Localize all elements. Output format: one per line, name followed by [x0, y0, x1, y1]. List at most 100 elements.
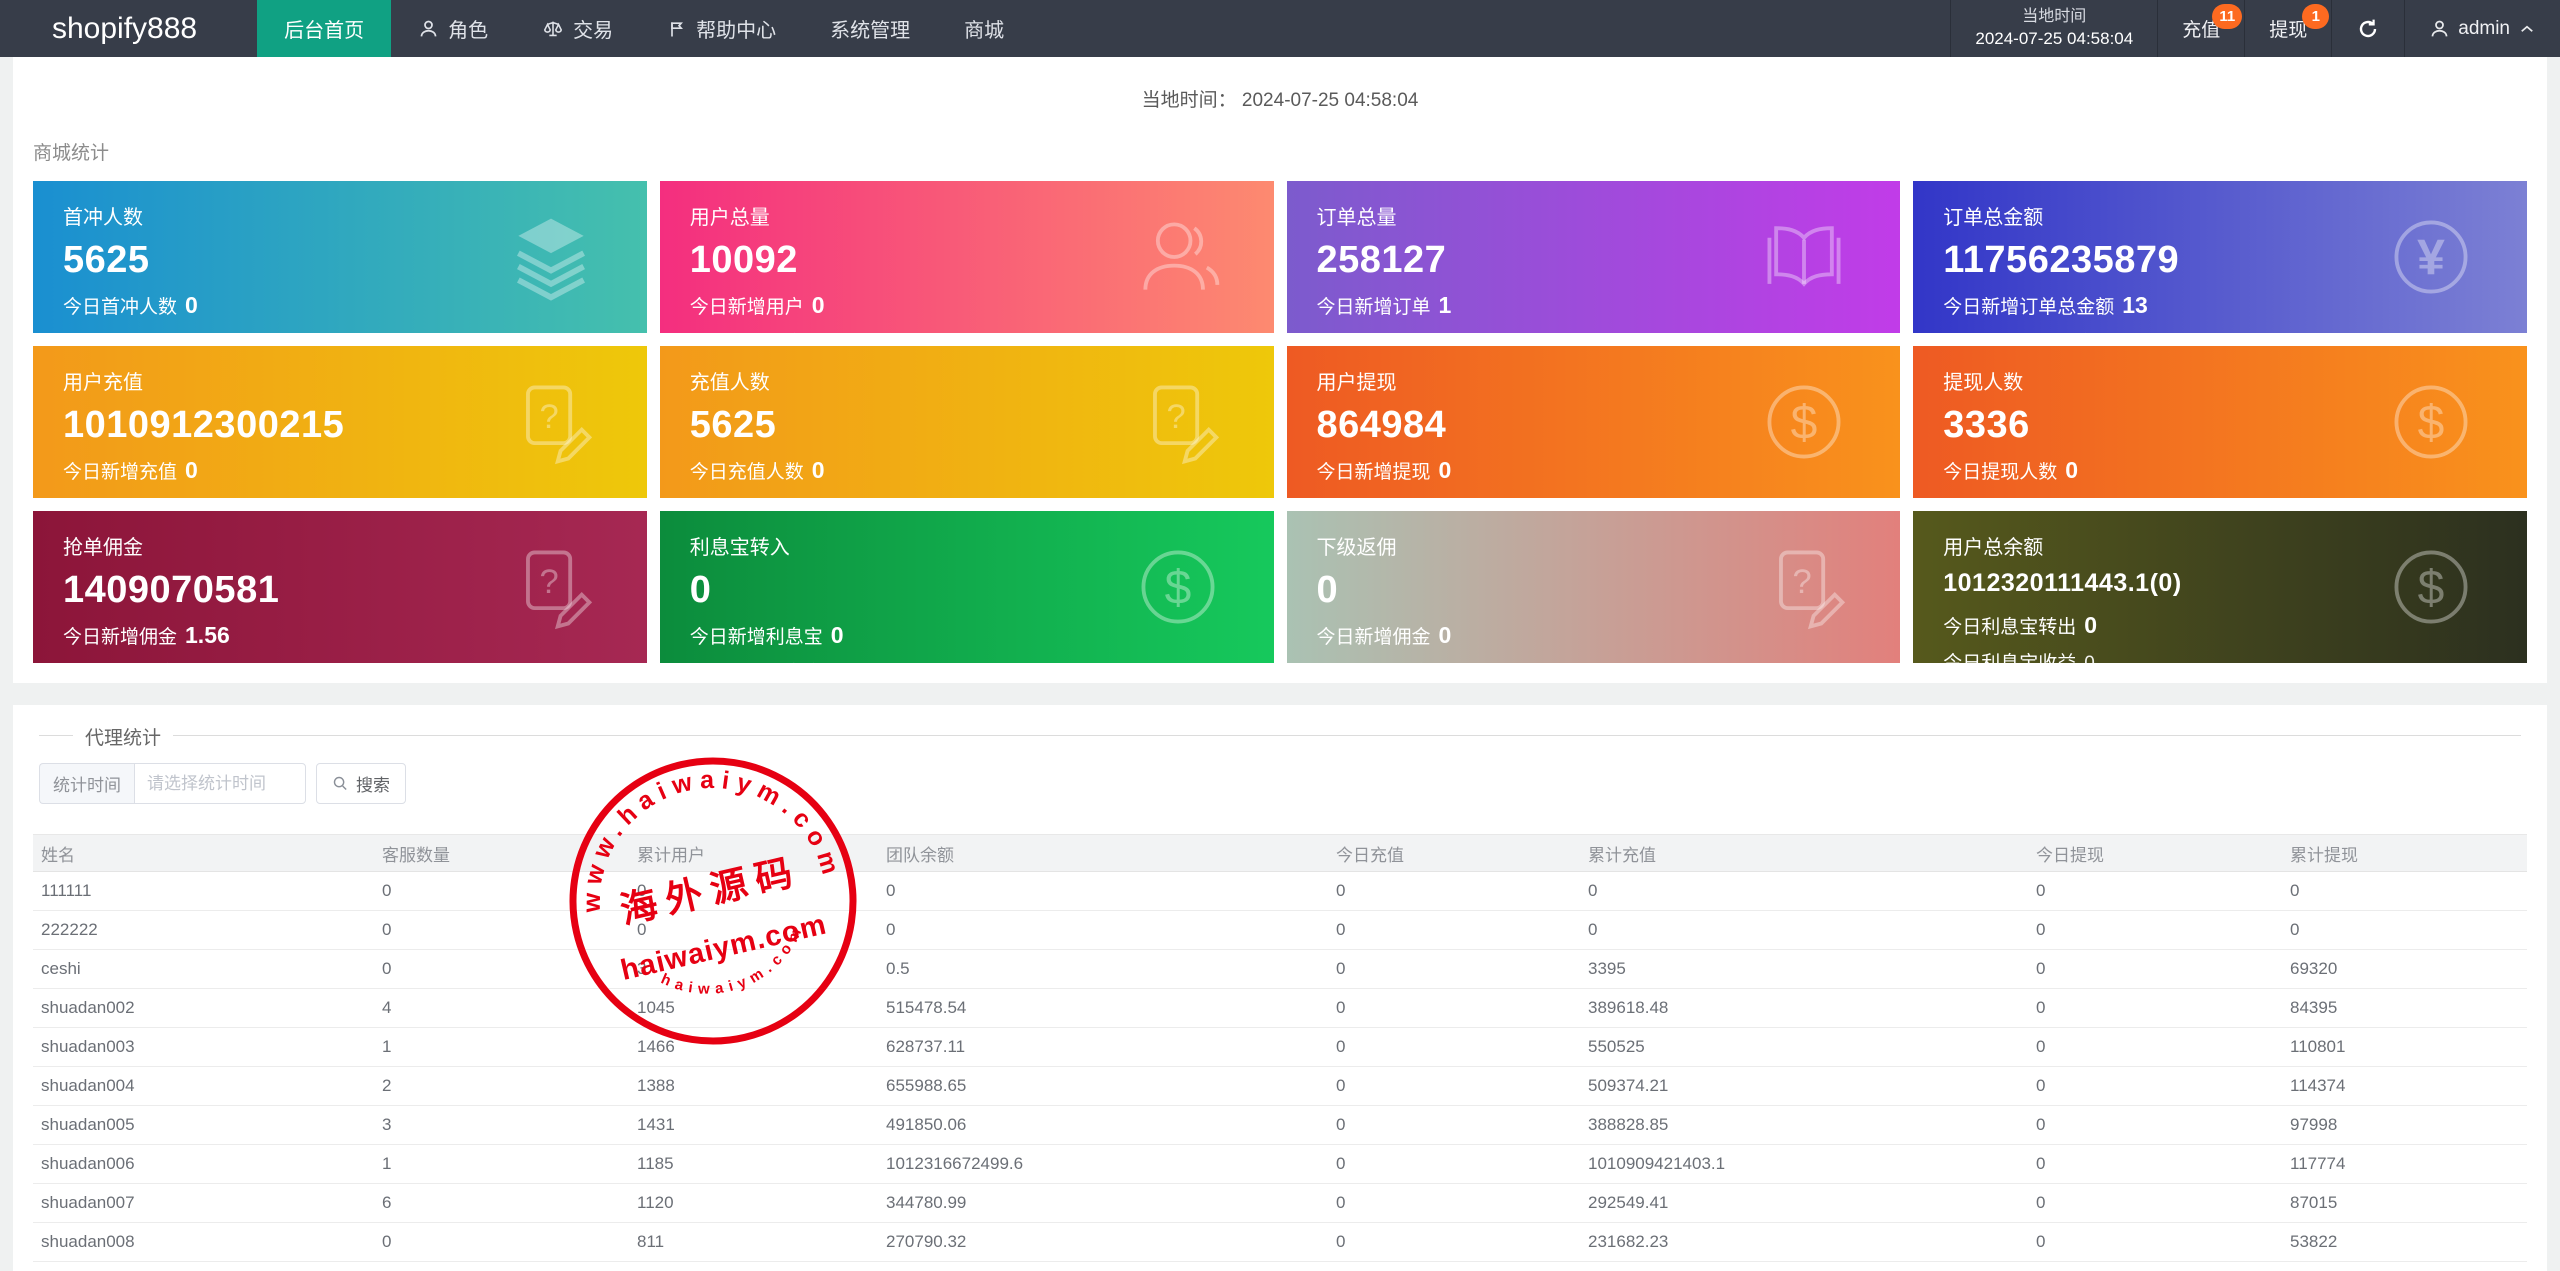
table-cell: shuadan007	[33, 1183, 374, 1223]
table-row: shuadan008 0 811 270790.32 0 231682.23 0 53822	[33, 1222, 2527, 1262]
subline-value: 13	[2122, 292, 2148, 318]
table-cell: 1010909421403.1	[1580, 1144, 2028, 1184]
table-row: shuadan002 4 1045 515478.54 0 389618.48 0 84395	[33, 988, 2527, 1028]
table-cell: 270790.32	[878, 1222, 1328, 1262]
table-cell: 0	[2028, 1222, 2282, 1262]
table-cell: 222222	[33, 910, 374, 950]
subline-label: 昨日新增提现	[1317, 493, 1431, 498]
table-cell: 2	[374, 1066, 629, 1106]
table-cell: 0	[2028, 1183, 2282, 1223]
table-cell: 0	[1328, 1261, 1580, 1271]
stat-time-input[interactable]	[134, 763, 306, 804]
recharge-nav-button[interactable]: 充值 11	[2157, 0, 2244, 57]
table-cell: 0	[1328, 1222, 1580, 1262]
table-cell: 1	[374, 1144, 629, 1184]
stat-card-subline: 昨日充值人数2	[690, 493, 1244, 498]
table-cell: shuadan010	[33, 1261, 374, 1271]
table-cell: 83945	[2282, 1261, 2527, 1271]
nav-item-4[interactable]: 系统管理	[803, 0, 937, 57]
table-cell: 0	[2282, 910, 2527, 950]
nav-item-0[interactable]: 后台首页	[257, 0, 392, 57]
table-cell: 0	[2028, 1144, 2282, 1184]
admin-username[interactable]: admin	[2458, 18, 2510, 40]
svg-text:?: ?	[539, 563, 558, 601]
table-column-header: 累计充值	[1580, 834, 2028, 872]
table-column-header: 今日充值	[1328, 834, 1580, 872]
subline-value: 0	[185, 292, 198, 318]
agent-stats-legend: 代理统计	[39, 723, 2521, 750]
table-cell: shuadan002	[33, 988, 374, 1028]
nav-item-2[interactable]: 交易	[515, 0, 640, 57]
table-cell: 0	[1328, 871, 1580, 911]
subline-label: 今日新增佣金	[63, 627, 178, 648]
subline-value: 0	[830, 622, 844, 648]
table-cell: 111111	[33, 871, 374, 911]
table-cell: 3	[629, 949, 878, 989]
table-cell: 314905.58	[878, 1261, 1328, 1271]
subline-label: 今日新增佣金	[1316, 627, 1431, 648]
page-time-row: 当地时间： 2024-07-25 04:58:04	[33, 57, 2527, 128]
svg-text:?: ?	[1166, 398, 1185, 436]
table-cell: 388828.85	[1580, 1105, 2028, 1145]
table-row: shuadan003 1 1466 628737.11 0 550525 0 110801	[33, 1027, 2527, 1067]
stat-card-5: 充值人数5625今日充值人数0昨日充值人数2?	[659, 346, 1274, 498]
table-cell: 69320	[2282, 949, 2527, 989]
stat-card-9: 利息宝转入0今日新增利息宝0昨日新增利息宝0$	[659, 511, 1274, 663]
stat-time-label: 统计时间	[39, 763, 134, 804]
chevron-up-icon	[2518, 20, 2536, 38]
table-cell: 0	[374, 1222, 629, 1262]
yen-icon: ¥	[2383, 209, 2479, 305]
nav-item-5[interactable]: 商城	[937, 0, 1031, 57]
table-cell: 84395	[2282, 988, 2527, 1028]
search-icon	[332, 775, 349, 792]
table-cell: 811	[629, 1222, 878, 1262]
table-cell: 344780.99	[878, 1183, 1328, 1223]
subline-label: 昨日首冲人数	[63, 328, 177, 333]
stat-card-4: 用户充值1010912300215今日新增充值0昨日新增充值110000?	[33, 346, 647, 498]
stat-card-subline: 昨日新增佣金0	[1317, 658, 1871, 663]
mall-stats-title: 商城统计	[33, 143, 110, 164]
withdraw-nav-button[interactable]: 提现 1	[2244, 0, 2331, 57]
nav-item-3[interactable]: 帮助中心	[640, 0, 803, 57]
table-cell: 0	[1328, 1027, 1580, 1067]
stat-card-subline: 昨日新增充值110000	[63, 493, 617, 498]
stat-cards-grid: 首冲人数5625今日首冲人数0昨日首冲人数1用户总量10092今日新增用户0昨日…	[33, 181, 2527, 663]
admin-menu[interactable]: admin	[2404, 0, 2560, 57]
table-cell: shuadan006	[33, 1144, 374, 1184]
subline-label: 今日提现人数	[1943, 462, 2058, 483]
stat-card-3: 订单总金额11756235879今日新增订单总金额13昨日新增订单总金额45¥	[1913, 181, 2527, 333]
nav-item-label: 商城	[964, 20, 1005, 42]
table-cell: 87015	[2282, 1183, 2527, 1223]
agent-table-head: 姓名 客服数量 累计用户 团队余额 今日充值 累计充值 今日提现 累计提现	[33, 834, 2527, 872]
dollar-icon: $	[2383, 374, 2479, 470]
table-cell: 550525	[1580, 1027, 2028, 1067]
refresh-icon[interactable]	[2356, 17, 2380, 41]
table-cell: 1045	[629, 988, 878, 1028]
local-time-label: 当地时间	[2022, 8, 2087, 26]
layers-icon	[503, 209, 599, 305]
table-cell: 0	[1328, 1183, 1580, 1223]
nav-item-1[interactable]: 角色	[391, 0, 515, 57]
table-cell: 305516.5	[1580, 1261, 2028, 1271]
subline-label: 今日充值人数	[689, 462, 804, 483]
subline-value: 0	[1438, 457, 1452, 483]
table-column-header: 客服数量	[374, 834, 629, 872]
search-button[interactable]: 搜索	[316, 763, 406, 804]
table-cell: 1	[374, 1027, 629, 1067]
refresh-button[interactable]	[2331, 0, 2404, 57]
subline-label: 昨日新增订单	[1317, 328, 1431, 333]
table-cell: 0	[2282, 871, 2527, 911]
subline-label: 昨日新增佣金	[63, 658, 177, 663]
table-cell: 0	[374, 949, 629, 989]
stat-card-subline: 昨日新增提现0	[1317, 493, 1871, 498]
nav-item-label: 角色	[448, 20, 489, 42]
subline-value: 1	[1438, 292, 1452, 318]
svg-text:?: ?	[1793, 563, 1812, 601]
table-cell: 3	[374, 1261, 629, 1271]
table-row: ceshi 0 3 0.5 0 3395 0 69320	[33, 949, 2527, 989]
table-row: 111111 0 0 0 0 0 0 0	[33, 871, 2527, 911]
users-icon	[1130, 209, 1226, 305]
table-cell: 1120	[629, 1183, 878, 1223]
stat-card-subline: 昨日新增订单总金额45	[1943, 328, 2497, 333]
stat-card-subline: 昨日提现人数0	[1943, 493, 2497, 498]
